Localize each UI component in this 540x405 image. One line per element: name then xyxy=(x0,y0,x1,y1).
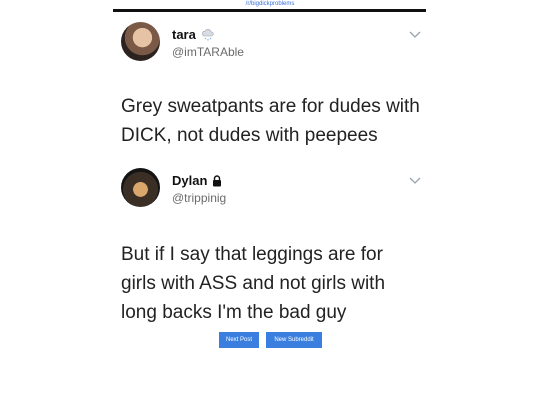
handle: @trippinig xyxy=(172,191,227,205)
chevron-down-icon[interactable] xyxy=(409,177,421,185)
display-name: tara xyxy=(172,27,215,42)
display-name: Dylan xyxy=(172,173,222,188)
lock-icon xyxy=(213,174,222,186)
handle: @imTARAble xyxy=(172,45,244,59)
display-name-text: tara xyxy=(172,27,196,42)
tweet-text: But if I say that leggings are for girls… xyxy=(121,244,386,323)
avatar xyxy=(121,168,160,207)
display-name-text: Dylan xyxy=(172,173,208,188)
new-subreddit-button[interactable]: New Subreddit xyxy=(266,332,322,348)
avatar xyxy=(121,22,160,61)
chevron-down-icon[interactable] xyxy=(409,31,421,39)
tweet-text: Grey sweatpants are for dudes with DICK,… xyxy=(121,96,420,146)
snow-cloud-icon xyxy=(202,28,214,41)
tweet-screenshot: tara @imTARAble Grey sweatpants are for … xyxy=(113,9,426,330)
next-post-button[interactable]: Next Post xyxy=(219,332,259,348)
subreddit-link[interactable]: /r/bigdickproblems xyxy=(0,0,540,8)
